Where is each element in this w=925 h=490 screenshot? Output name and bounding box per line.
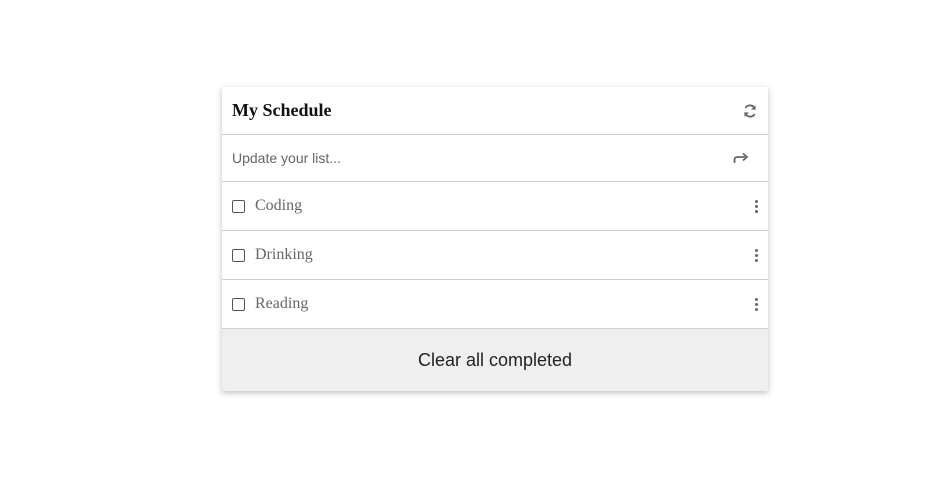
item-checkbox[interactable] [232,297,245,311]
kebab-menu-icon[interactable] [752,198,760,214]
item-checkbox[interactable] [232,199,245,213]
list-item: Coding [222,182,768,231]
clear-completed-button[interactable]: Clear all completed [222,329,768,391]
kebab-menu-icon[interactable] [752,247,760,263]
update-list-input[interactable] [232,150,692,166]
kebab-menu-icon[interactable] [752,296,760,312]
list-item: Drinking [222,231,768,280]
update-list-row [222,135,768,182]
card-header: My Schedule [222,87,768,135]
list-item: Reading [222,280,768,329]
card-title: My Schedule [232,100,332,120]
refresh-icon[interactable] [741,102,759,120]
item-label: Coding [255,197,303,214]
item-label: Reading [255,295,309,312]
item-label: Drinking [255,246,313,263]
forward-arrow-icon[interactable] [732,149,750,167]
item-checkbox[interactable] [232,248,245,262]
todo-card: My Schedule Coding Drinking [222,87,768,391]
